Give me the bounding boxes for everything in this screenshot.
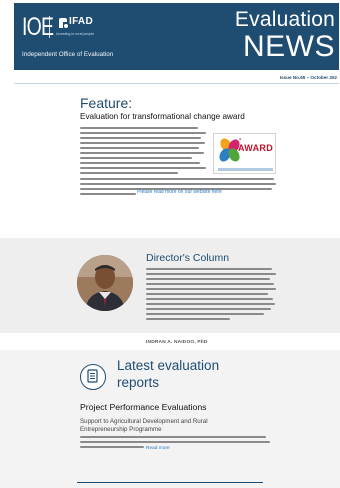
issue-label: Issue No.65 – October 202 bbox=[279, 75, 337, 80]
award-partner-logos bbox=[218, 168, 273, 171]
latest-reports-heading-line2: reports bbox=[117, 375, 160, 390]
ifad-logo-icon bbox=[59, 18, 68, 28]
ppe-heading: Project Performance Evaluations bbox=[80, 402, 207, 412]
office-name: Independent Office of Evaluation bbox=[22, 51, 114, 58]
directors-column-text bbox=[146, 268, 276, 323]
project-title-line2: Entrepreneurship Programme bbox=[80, 426, 162, 433]
newsletter-header: IOE IFAD Investing in rural people Indep… bbox=[14, 3, 339, 70]
divider bbox=[14, 83, 339, 84]
ifad-name: IFAD bbox=[69, 16, 93, 27]
project-read-more-link[interactable]: Read more bbox=[146, 446, 170, 451]
award-image[interactable]: ● AWARD bbox=[213, 133, 276, 174]
feature-body-text bbox=[80, 127, 208, 177]
director-signature: INDRAN A. NAIDOO, PhD bbox=[146, 340, 208, 345]
award-text: AWARD bbox=[238, 143, 273, 153]
award-caption: ● bbox=[239, 137, 242, 141]
project-summary-text bbox=[80, 436, 270, 451]
logo-divider bbox=[49, 16, 50, 38]
ifad-tagline: Investing in rural people bbox=[56, 32, 95, 36]
read-more-link-text[interactable]: Read more bbox=[146, 446, 170, 451]
feature-body-text-2 bbox=[80, 178, 276, 198]
newsletter-title-line2: NEWS bbox=[243, 30, 335, 63]
feature-heading: Feature: bbox=[80, 95, 133, 111]
newsletter-title-line1: Evaluation bbox=[234, 8, 335, 31]
document-icon bbox=[80, 364, 106, 390]
feature-read-more-link[interactable]: Please read more on our website here bbox=[137, 189, 222, 195]
latest-reports-heading-line1: Latest evaluation bbox=[117, 358, 220, 373]
section-divider bbox=[77, 482, 263, 483]
project-title-line1: Support to Agricultural Development and … bbox=[80, 418, 208, 425]
directors-column-heading: Director's Column bbox=[146, 252, 230, 264]
feature-subtitle: Evaluation for transformational change a… bbox=[80, 112, 245, 121]
director-photo bbox=[77, 255, 133, 311]
